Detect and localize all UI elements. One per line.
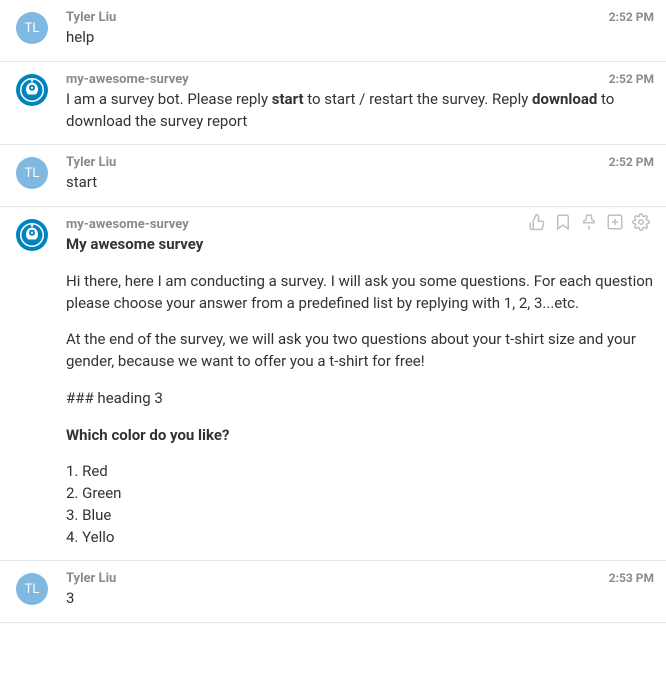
message-body: help bbox=[66, 27, 654, 49]
bot-icon bbox=[20, 223, 44, 247]
sender-name: my-awesome-survey bbox=[66, 217, 189, 232]
thumbs-up-icon[interactable] bbox=[528, 213, 546, 231]
message: my-awesome-survey 2:52 PM My awesome sur… bbox=[0, 207, 666, 561]
message-text: help bbox=[66, 27, 654, 49]
message-content: Tyler Liu 2:53 PM 3 bbox=[66, 571, 654, 610]
avatar: TL bbox=[16, 573, 48, 605]
message-actions bbox=[528, 213, 650, 231]
message-content: Tyler Liu 2:52 PM start bbox=[66, 155, 654, 194]
avatar bbox=[16, 74, 48, 106]
survey-intro: Hi there, here I am conducting a survey.… bbox=[66, 271, 654, 315]
bookmark-icon[interactable] bbox=[554, 213, 572, 231]
survey-heading3: ### heading 3 bbox=[66, 388, 654, 410]
message-content: my-awesome-survey 2:52 PM My awesome sur… bbox=[66, 217, 654, 548]
message-content: my-awesome-survey 2:52 PM I am a survey … bbox=[66, 72, 654, 133]
survey-option: 1. Red bbox=[66, 461, 654, 483]
message-text: 3 bbox=[66, 588, 654, 610]
bot-icon bbox=[20, 78, 44, 102]
sender-name: Tyler Liu bbox=[66, 571, 116, 586]
timestamp: 2:52 PM bbox=[609, 10, 654, 24]
survey-question: Which color do you like? bbox=[66, 425, 654, 447]
message-content: Tyler Liu 2:52 PM help bbox=[66, 10, 654, 49]
message: TL Tyler Liu 2:53 PM 3 bbox=[0, 561, 666, 623]
sender-name: my-awesome-survey bbox=[66, 72, 189, 87]
message-body: 3 bbox=[66, 588, 654, 610]
survey-tshirt: At the end of the survey, we will ask yo… bbox=[66, 329, 654, 373]
message-body: start bbox=[66, 172, 654, 194]
sender-name: Tyler Liu bbox=[66, 10, 116, 25]
gear-icon[interactable] bbox=[632, 213, 650, 231]
sender-name: Tyler Liu bbox=[66, 155, 116, 170]
pin-icon[interactable] bbox=[580, 213, 598, 231]
timestamp: 2:52 PM bbox=[609, 72, 654, 86]
survey-option: 3. Blue bbox=[66, 505, 654, 527]
avatar bbox=[16, 219, 48, 251]
message: my-awesome-survey 2:52 PM I am a survey … bbox=[0, 62, 666, 146]
message: TL Tyler Liu 2:52 PM help bbox=[0, 0, 666, 62]
survey-options: 1. Red 2. Green 3. Blue 4. Yello bbox=[66, 461, 654, 548]
message: TL Tyler Liu 2:52 PM start bbox=[0, 145, 666, 207]
message-body: My awesome survey Hi there, here I am co… bbox=[66, 234, 654, 548]
add-icon[interactable] bbox=[606, 213, 624, 231]
message-text: I am a survey bot. Please reply start to… bbox=[66, 89, 654, 133]
message-body: I am a survey bot. Please reply start to… bbox=[66, 89, 654, 133]
avatar: TL bbox=[16, 12, 48, 44]
timestamp: 2:52 PM bbox=[609, 155, 654, 169]
avatar: TL bbox=[16, 157, 48, 189]
timestamp: 2:53 PM bbox=[609, 571, 654, 585]
survey-option: 4. Yello bbox=[66, 527, 654, 549]
message-text: start bbox=[66, 172, 654, 194]
survey-option: 2. Green bbox=[66, 483, 654, 505]
survey-title: My awesome survey bbox=[66, 234, 654, 256]
